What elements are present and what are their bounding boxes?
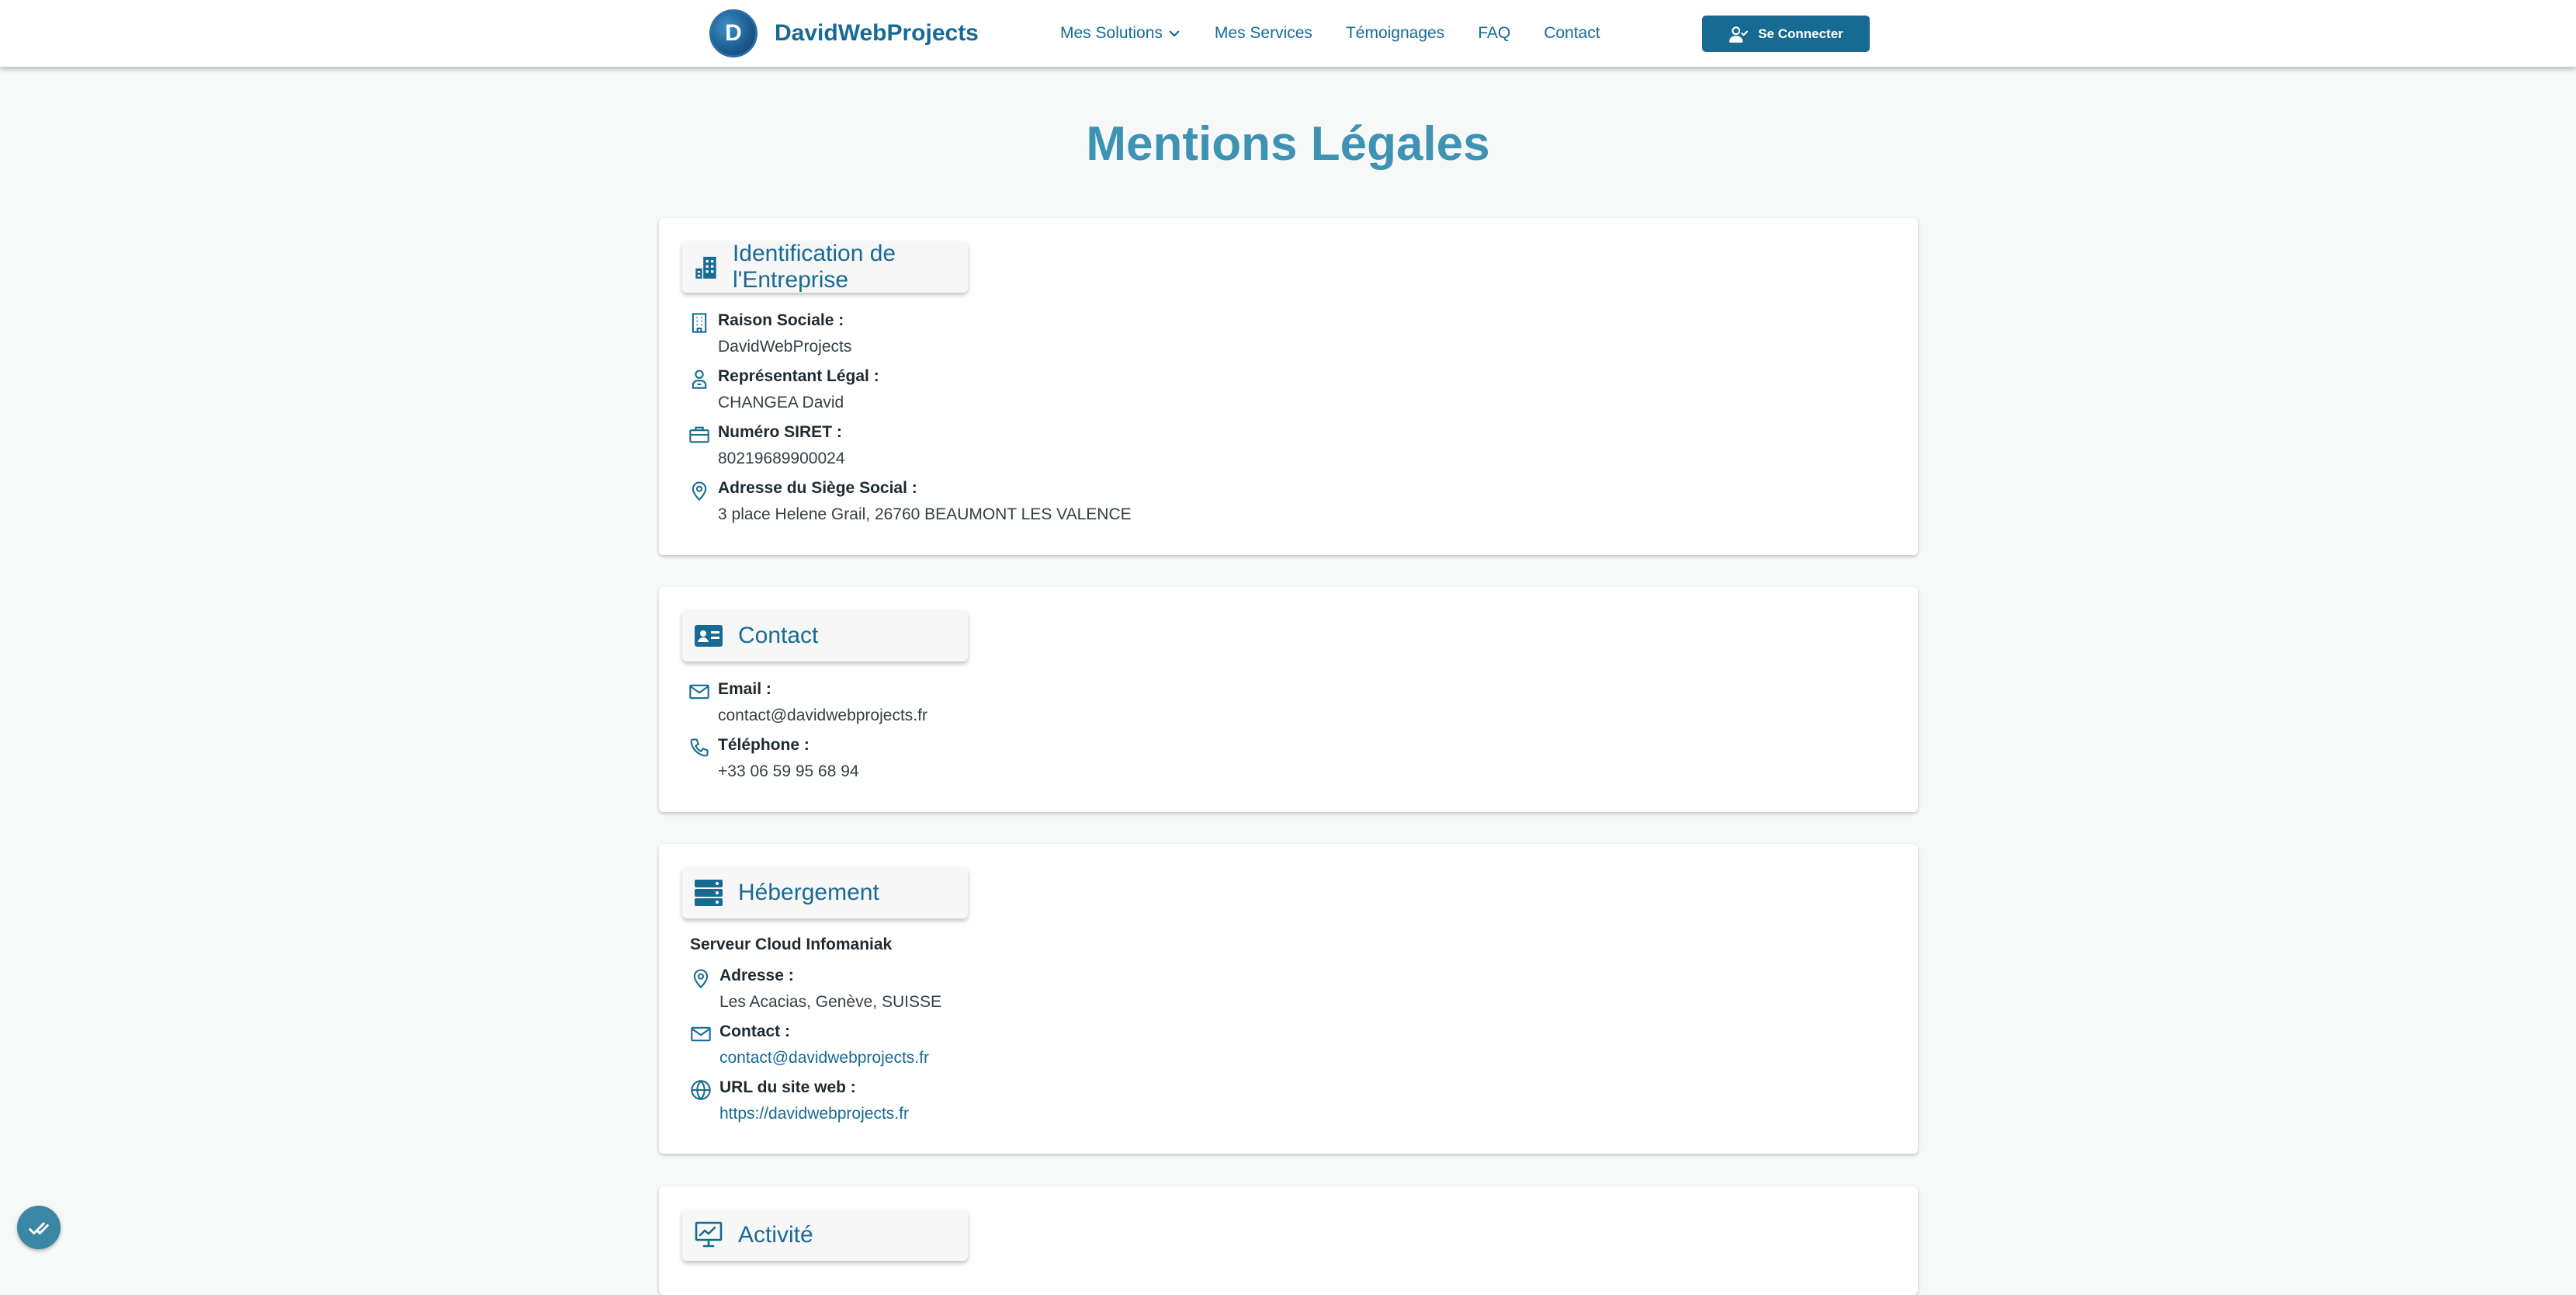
- main-nav: Mes Solutions Mes Services Témoignages F…: [1060, 0, 1634, 67]
- siret-value: 80219689900024: [718, 450, 845, 467]
- email-row: Email : contact@davidwebprojects.fr: [688, 676, 927, 732]
- hosting-list: Serveur Cloud Infomaniak Adresse : Les A…: [690, 932, 941, 1130]
- hosting-provider: Serveur Cloud Infomaniak: [690, 936, 893, 953]
- siege-address-label: Adresse du Siège Social :: [718, 479, 917, 497]
- nav-solutions-label: Mes Solutions: [1060, 24, 1163, 42]
- hosting-contact-link[interactable]: contact@davidwebprojects.fr: [719, 1045, 941, 1071]
- representant-row: Représentant Légal : CHANGEA David: [688, 363, 1132, 419]
- nav-solutions-dropdown[interactable]: Mes Solutions: [1060, 24, 1181, 43]
- login-label: Se Connecter: [1758, 26, 1843, 41]
- floating-action-button[interactable]: [17, 1206, 61, 1249]
- phone-icon: [690, 738, 709, 757]
- representant-label: Représentant Légal :: [718, 367, 879, 385]
- brand-link[interactable]: D DavidWebProjects: [709, 9, 979, 58]
- globe-icon: [691, 1079, 711, 1101]
- chevron-down-icon: [1169, 30, 1180, 37]
- briefcase-icon: [689, 426, 709, 443]
- hosting-contact-label: Contact :: [719, 1022, 790, 1040]
- page-title: Mentions Légales: [1086, 117, 1490, 171]
- brand-name: DavidWebProjects: [775, 20, 979, 46]
- contact-header: Contact: [682, 610, 968, 661]
- phone-label: Téléphone :: [718, 736, 810, 754]
- site-header: D DavidWebProjects Mes Solutions Mes Ser…: [0, 0, 2576, 67]
- siret-row: Numéro SIRET : 80219689900024: [688, 419, 1132, 475]
- siege-address-value: 3 place Helene Grail, 26760 BEAUMONT LES…: [718, 505, 1132, 523]
- hosting-url-row: URL du site web : https://davidwebprojec…: [690, 1075, 941, 1130]
- raison-sociale-value: DavidWebProjects: [718, 338, 852, 356]
- contact-card-icon: [695, 625, 723, 647]
- hosting-header: Hébergement: [682, 867, 968, 918]
- siret-label: Numéro SIRET :: [718, 423, 842, 441]
- phone-row: Téléphone : +33 06 59 95 68 94: [688, 732, 927, 788]
- map-pin-icon: [693, 969, 709, 989]
- brand-logo: D: [709, 9, 758, 57]
- office-building-icon: [692, 313, 707, 333]
- presentation-chart-icon: [695, 1221, 723, 1248]
- server-icon: [695, 880, 723, 906]
- nav-faq[interactable]: FAQ: [1478, 24, 1510, 43]
- identification-header: Identification de l'Entreprise: [682, 241, 968, 293]
- user-check-icon: [1729, 26, 1749, 43]
- hosting-address-label: Adresse :: [719, 967, 794, 984]
- activity-header: Activité: [682, 1210, 968, 1261]
- hosting-url-label: URL du site web :: [719, 1078, 856, 1096]
- representant-value: CHANGEA David: [718, 394, 844, 411]
- contact-list: Email : contact@davidwebprojects.fr Télé…: [688, 676, 927, 788]
- nav-contact[interactable]: Contact: [1544, 24, 1600, 43]
- hosting-address-value: Les Acacias, Genève, SUISSE: [719, 993, 941, 1011]
- nav-testimonials[interactable]: Témoignages: [1346, 24, 1444, 43]
- hosting-title: Hébergement: [738, 880, 879, 905]
- email-value: contact@davidwebprojects.fr: [718, 707, 927, 724]
- phone-value: +33 06 59 95 68 94: [718, 762, 859, 780]
- login-button[interactable]: Se Connecter: [1702, 16, 1870, 52]
- siege-address-row: Adresse du Siège Social : 3 place Helene…: [688, 475, 1132, 531]
- email-label: Email :: [718, 680, 771, 698]
- raison-sociale-label: Raison Sociale :: [718, 311, 844, 329]
- user-badge-icon: [692, 370, 707, 389]
- contact-card: Contact Email : contact@davidwebprojects…: [659, 587, 1918, 812]
- raison-sociale-row: Raison Sociale : DavidWebProjects: [688, 307, 1132, 363]
- hosting-contact-row: Contact : contact@davidwebprojects.fr: [690, 1019, 941, 1075]
- identification-list: Raison Sociale : DavidWebProjects Représ…: [688, 307, 1132, 531]
- hosting-address-row: Adresse : Les Acacias, Genève, SUISSE: [690, 963, 941, 1019]
- building-icon: [695, 256, 716, 279]
- identification-title: Identification de l'Entreprise: [732, 241, 896, 293]
- hosting-url-link[interactable]: https://davidwebprojects.fr: [719, 1101, 941, 1127]
- contact-title: Contact: [738, 623, 819, 648]
- envelope-icon: [691, 1026, 711, 1042]
- brand-logo-letter: D: [725, 20, 742, 46]
- envelope-icon: [689, 684, 709, 700]
- activity-card: Activité: [659, 1186, 1918, 1295]
- identification-card: Identification de l'Entreprise Raison So…: [659, 218, 1918, 555]
- activity-title: Activité: [738, 1222, 813, 1248]
- check-double-icon: [29, 1222, 49, 1234]
- map-pin-icon: [692, 481, 707, 502]
- hosting-card: Hébergement Serveur Cloud Infomaniak Adr…: [659, 844, 1918, 1154]
- nav-services[interactable]: Mes Services: [1215, 24, 1312, 43]
